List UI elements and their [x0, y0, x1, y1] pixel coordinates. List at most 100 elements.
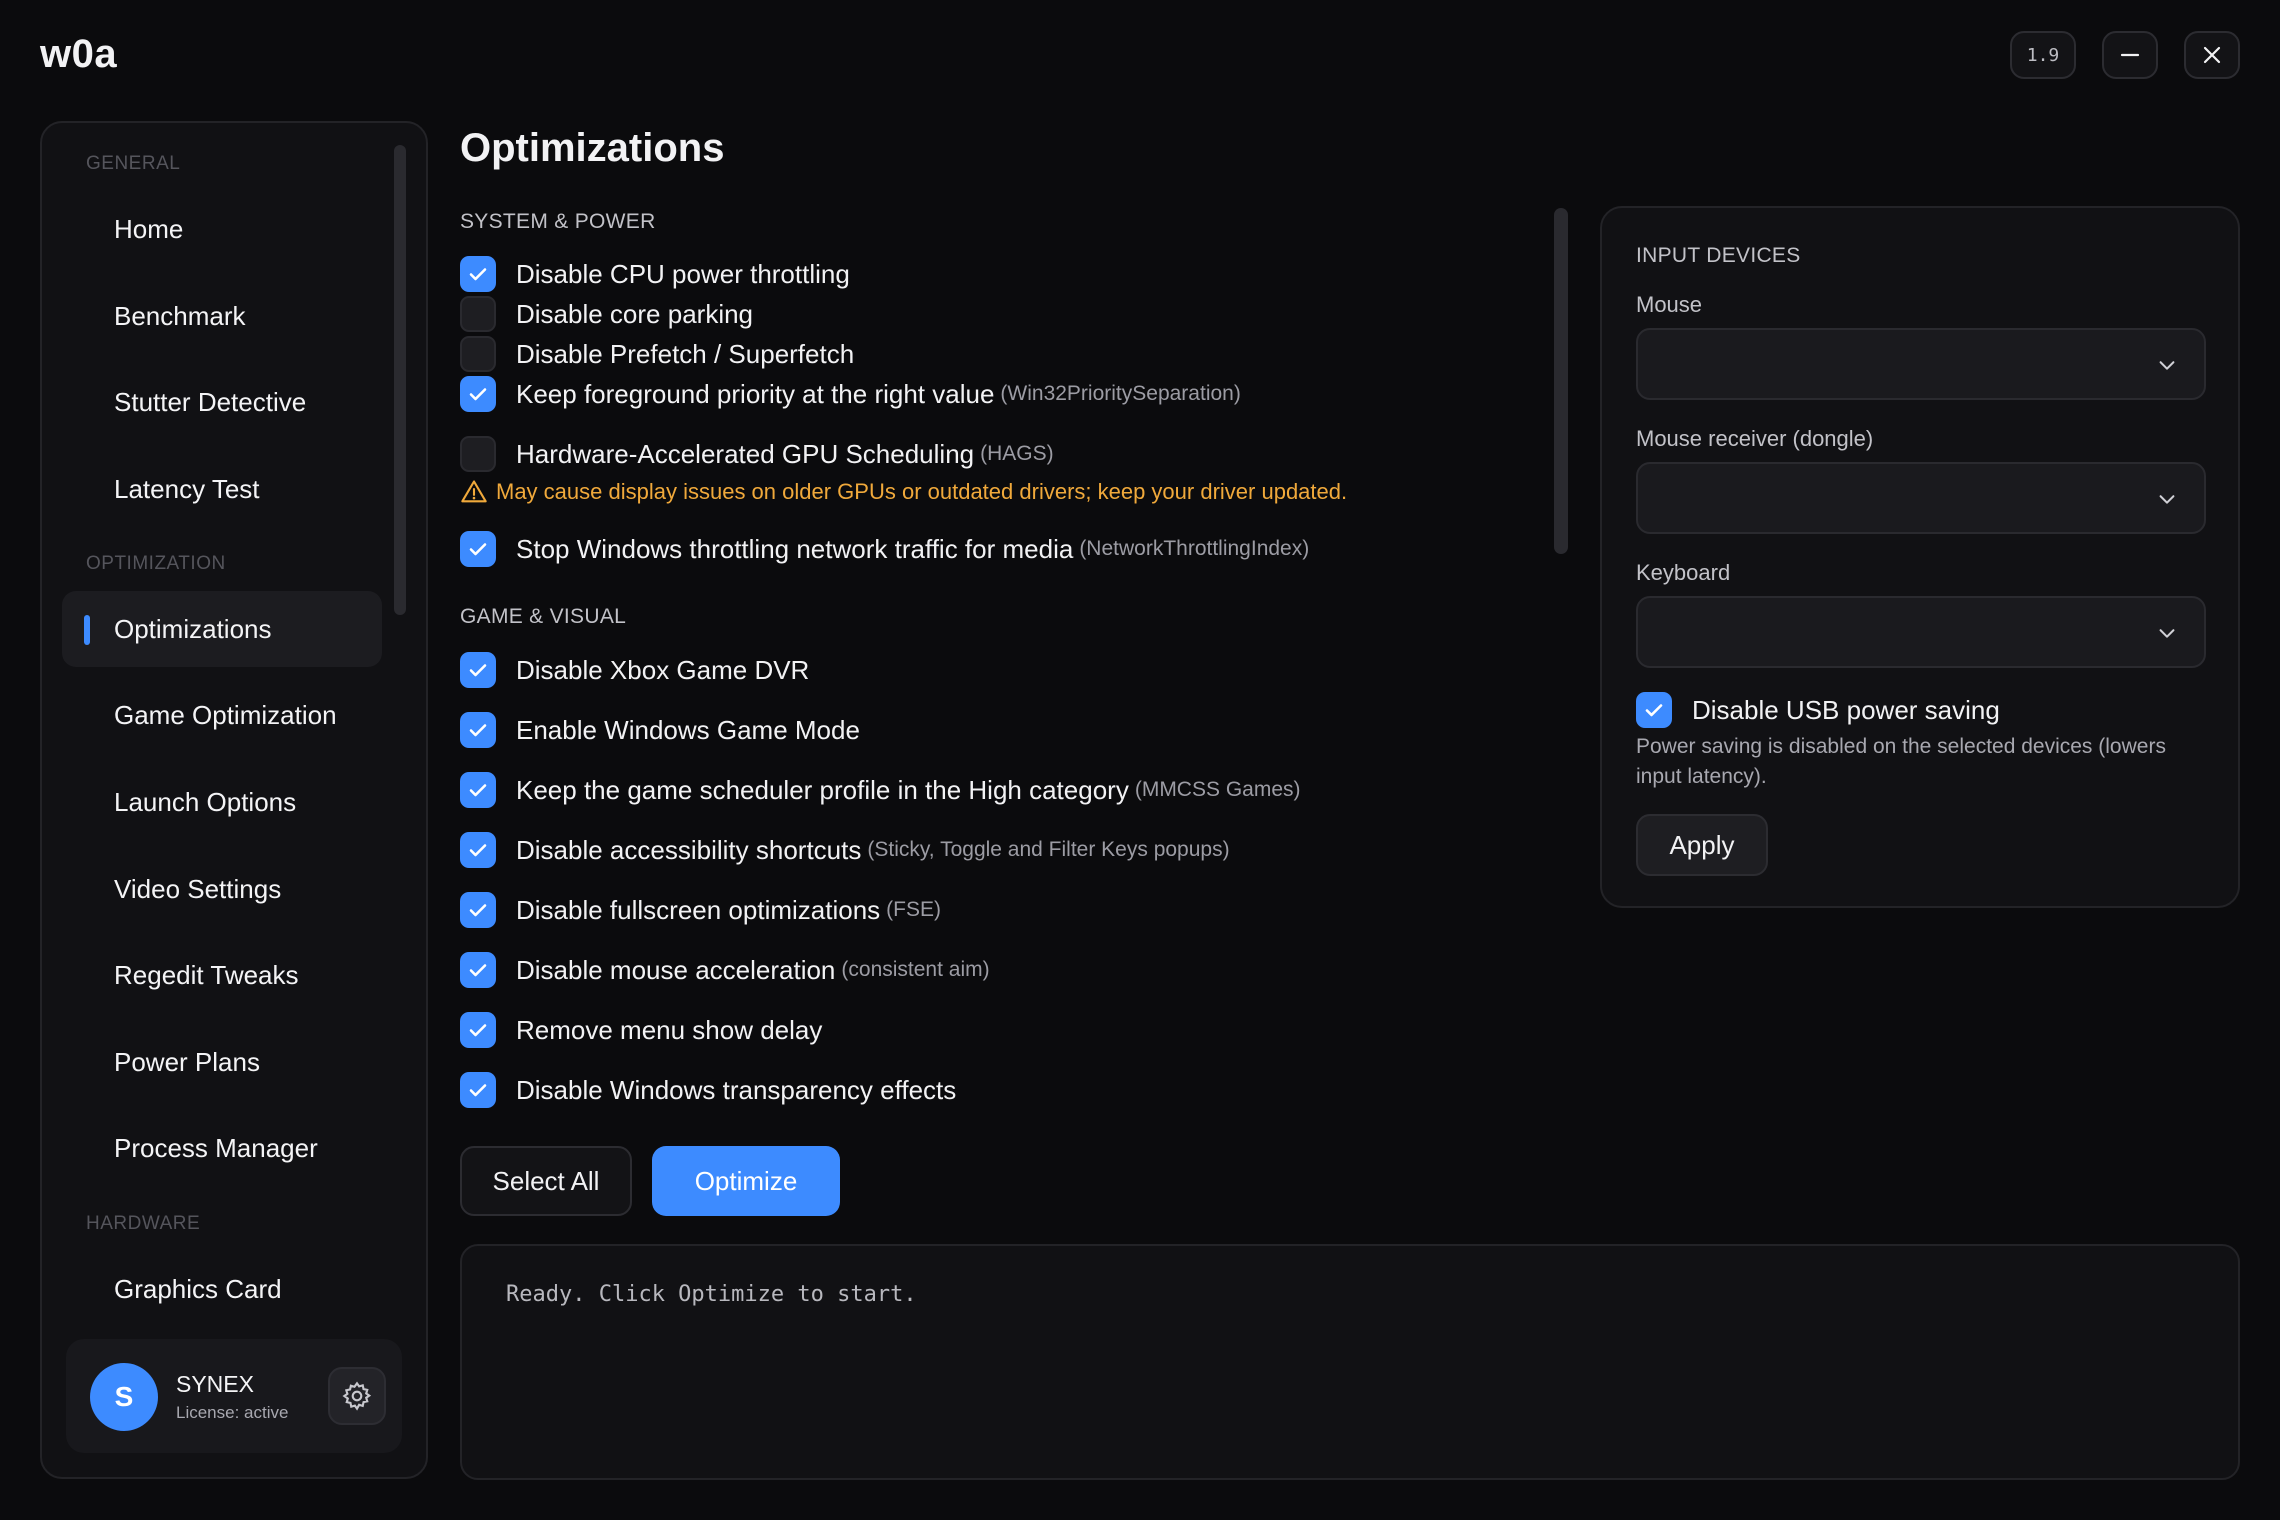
option-label: Disable Xbox Game DVR — [516, 654, 810, 685]
log-output[interactable]: Ready. Click Optimize to start. — [460, 1244, 2240, 1480]
receiver-select[interactable] — [1636, 462, 2206, 534]
checkbox[interactable] — [460, 256, 496, 292]
avatar: S — [90, 1363, 158, 1431]
option-label: Disable USB power saving — [1692, 694, 2000, 725]
sidebar-item-launch-options[interactable]: Launch Options — [62, 764, 382, 840]
sidebar-item-video-settings[interactable]: Video Settings — [62, 851, 382, 927]
checkbox[interactable] — [460, 376, 496, 412]
section-system-power: SYSTEM & POWER — [460, 210, 656, 233]
sidebar-item-process-manager[interactable]: Process Manager — [62, 1110, 382, 1186]
checkbox[interactable] — [460, 296, 496, 332]
option-label: Disable fullscreen optimizations — [516, 894, 881, 925]
option-label: Hardware-Accelerated GPU Scheduling — [516, 438, 975, 469]
check-icon — [469, 388, 487, 401]
option-cpu-throttling[interactable]: Disable CPU power throttling — [460, 256, 850, 292]
option-xbox-dvr[interactable]: Disable Xbox Game DVR — [460, 652, 809, 688]
checkbox[interactable] — [460, 652, 496, 688]
optimize-button[interactable]: Optimize — [652, 1146, 840, 1216]
option-label: Keep foreground priority at the right va… — [516, 378, 995, 409]
checkbox[interactable] — [460, 832, 496, 868]
option-hint: (FSE) — [886, 898, 941, 921]
sidebar-item-regedit-tweaks[interactable]: Regedit Tweaks — [62, 937, 382, 1013]
checkbox[interactable] — [460, 336, 496, 372]
check-icon — [1645, 704, 1663, 717]
nav-section-hardware: HARDWARE — [86, 1213, 201, 1234]
option-transparency-effects[interactable]: Disable Windows transparency effects — [460, 1072, 956, 1108]
user-name: SYNEX — [176, 1371, 254, 1397]
app-title: w0a — [40, 32, 118, 76]
check-icon — [469, 964, 487, 977]
option-label: Disable CPU power throttling — [516, 258, 850, 289]
receiver-label: Mouse receiver (dongle) — [1636, 426, 1874, 451]
option-foreground-priority[interactable]: Keep foreground priority at the right va… — [460, 376, 1241, 412]
warning-text: May cause display issues on older GPUs o… — [496, 479, 1348, 504]
check-icon — [469, 904, 487, 917]
option-hags[interactable]: Hardware-Accelerated GPU Scheduling (HAG… — [460, 436, 1054, 472]
check-icon — [469, 664, 487, 677]
keyboard-label: Keyboard — [1636, 560, 1731, 585]
apply-button[interactable]: Apply — [1636, 814, 1768, 876]
option-hint: (HAGS) — [980, 442, 1054, 465]
sidebar-item-power-plans[interactable]: Power Plans — [62, 1024, 382, 1100]
option-game-scheduler[interactable]: Keep the game scheduler profile in the H… — [460, 772, 1301, 808]
keyboard-select[interactable] — [1636, 596, 2206, 668]
chevron-down-icon — [2159, 361, 2175, 370]
option-usb-power-saving[interactable]: Disable USB power saving — [1636, 692, 2000, 728]
panel-title: INPUT DEVICES — [1636, 244, 1801, 267]
option-label: Enable Windows Game Mode — [516, 714, 860, 745]
main-scrollbar[interactable] — [1554, 208, 1568, 554]
checkbox[interactable] — [1636, 692, 1672, 728]
sidebar-item-home[interactable]: Home — [62, 191, 382, 267]
nav-section-general: GENERAL — [86, 153, 181, 174]
checkbox[interactable] — [460, 1012, 496, 1048]
option-fullscreen-optimizations[interactable]: Disable fullscreen optimizations (FSE) — [460, 892, 941, 928]
sidebar-item-stutter-detective[interactable]: Stutter Detective — [62, 364, 382, 440]
mouse-select[interactable] — [1636, 328, 2206, 400]
sidebar-scrollbar[interactable] — [394, 145, 406, 615]
sidebar-item-graphics-card[interactable]: Graphics Card — [62, 1251, 382, 1327]
usb-description: Power saving is disabled on the selected… — [1636, 735, 2166, 788]
sidebar-item-benchmark[interactable]: Benchmark — [62, 278, 382, 354]
option-prefetch[interactable]: Disable Prefetch / Superfetch — [460, 336, 854, 372]
nav-section-optimization: OPTIMIZATION — [86, 553, 226, 574]
check-icon — [469, 724, 487, 737]
sidebar-item-game-optimization[interactable]: Game Optimization — [62, 677, 382, 753]
select-all-button[interactable]: Select All — [460, 1146, 632, 1216]
gear-icon — [342, 1381, 372, 1411]
option-core-parking[interactable]: Disable core parking — [460, 296, 753, 332]
checkbox[interactable] — [460, 712, 496, 748]
check-icon — [469, 543, 487, 556]
section-game-visual: GAME & VISUAL — [460, 605, 627, 628]
input-devices-panel: INPUT DEVICES Mouse Mouse receiver (dong… — [1600, 206, 2240, 908]
checkbox[interactable] — [460, 952, 496, 988]
option-menu-show-delay[interactable]: Remove menu show delay — [460, 1012, 822, 1048]
option-game-mode[interactable]: Enable Windows Game Mode — [460, 712, 860, 748]
checkbox[interactable] — [460, 436, 496, 472]
warning-icon — [461, 480, 487, 503]
checkbox[interactable] — [460, 892, 496, 928]
sidebar-item-latency-test[interactable]: Latency Test — [62, 451, 382, 527]
option-accessibility-shortcuts[interactable]: Disable accessibility shortcuts (Sticky,… — [460, 832, 1230, 868]
option-hint: (NetworkThrottlingIndex) — [1079, 537, 1310, 560]
close-button[interactable] — [2184, 31, 2240, 79]
settings-button[interactable] — [328, 1367, 386, 1425]
check-icon — [469, 1024, 487, 1037]
option-mouse-acceleration[interactable]: Disable mouse acceleration (consistent a… — [460, 952, 990, 988]
check-icon — [469, 1084, 487, 1097]
checkbox[interactable] — [460, 1072, 496, 1108]
page-title: Optimizations — [460, 126, 725, 170]
checkbox[interactable] — [460, 531, 496, 567]
option-hint: (Sticky, Toggle and Filter Keys popups) — [867, 838, 1230, 861]
option-hint: (MMCSS Games) — [1134, 778, 1301, 801]
check-icon — [469, 784, 487, 797]
hags-warning: May cause display issues on older GPUs o… — [460, 478, 1347, 506]
minimize-button[interactable] — [2102, 31, 2158, 79]
checkbox[interactable] — [460, 772, 496, 808]
version-badge: 1.9 — [2010, 31, 2076, 79]
window-controls: 1.9 — [2010, 31, 2240, 79]
sidebar-item-optimizations[interactable]: Optimizations — [62, 591, 382, 667]
check-icon — [469, 268, 487, 281]
option-label: Remove menu show delay — [516, 1014, 823, 1045]
option-network-throttling[interactable]: Stop Windows throttling network traffic … — [460, 531, 1309, 567]
chevron-down-icon — [2159, 495, 2175, 504]
